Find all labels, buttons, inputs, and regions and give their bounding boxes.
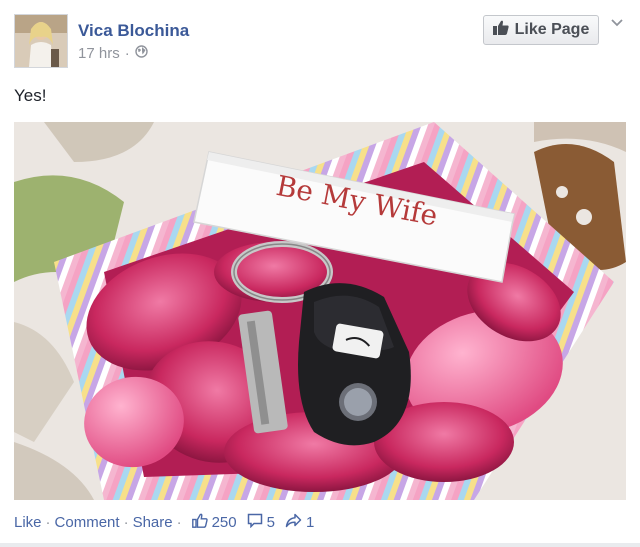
comments-count[interactable]: 5: [247, 513, 275, 532]
like-page-label: Like Page: [514, 21, 590, 38]
meta-separator: ·: [124, 45, 130, 62]
shares-count-value: 1: [305, 514, 315, 531]
post-status-text: Yes!: [14, 86, 47, 105]
avatar[interactable]: [14, 14, 68, 68]
shares-count[interactable]: 1: [285, 513, 314, 532]
globe-icon: [135, 45, 148, 62]
photo-illustration: Be My Wife: [14, 122, 626, 500]
action-separator: ·: [176, 514, 182, 531]
post-photo[interactable]: Be My Wife: [14, 122, 626, 500]
like-page-button[interactable]: Like Page: [483, 15, 599, 45]
thumbs-up-icon: [492, 20, 509, 40]
post-time[interactable]: 17 hrs: [78, 45, 120, 62]
share-link[interactable]: Share: [133, 514, 173, 531]
action-separator: ·: [123, 514, 129, 531]
post-actions: Like · Comment · Share · 250 5 1: [14, 513, 314, 532]
comment-link[interactable]: Comment: [55, 514, 120, 531]
comment-icon: [247, 513, 263, 532]
share-icon: [285, 513, 302, 532]
chevron-down-icon[interactable]: [611, 14, 623, 30]
divider: [0, 543, 640, 547]
profile-photo: [15, 15, 67, 67]
like-link[interactable]: Like: [14, 514, 42, 531]
thumbs-up-icon: [191, 513, 208, 532]
author-name[interactable]: Vica Blochina: [78, 21, 189, 41]
comments-count-value: 5: [266, 514, 275, 531]
likes-count[interactable]: 250: [191, 513, 237, 532]
post-meta: 17 hrs ·: [78, 45, 148, 62]
action-separator: ·: [45, 514, 51, 531]
likes-count-value: 250: [211, 514, 237, 531]
